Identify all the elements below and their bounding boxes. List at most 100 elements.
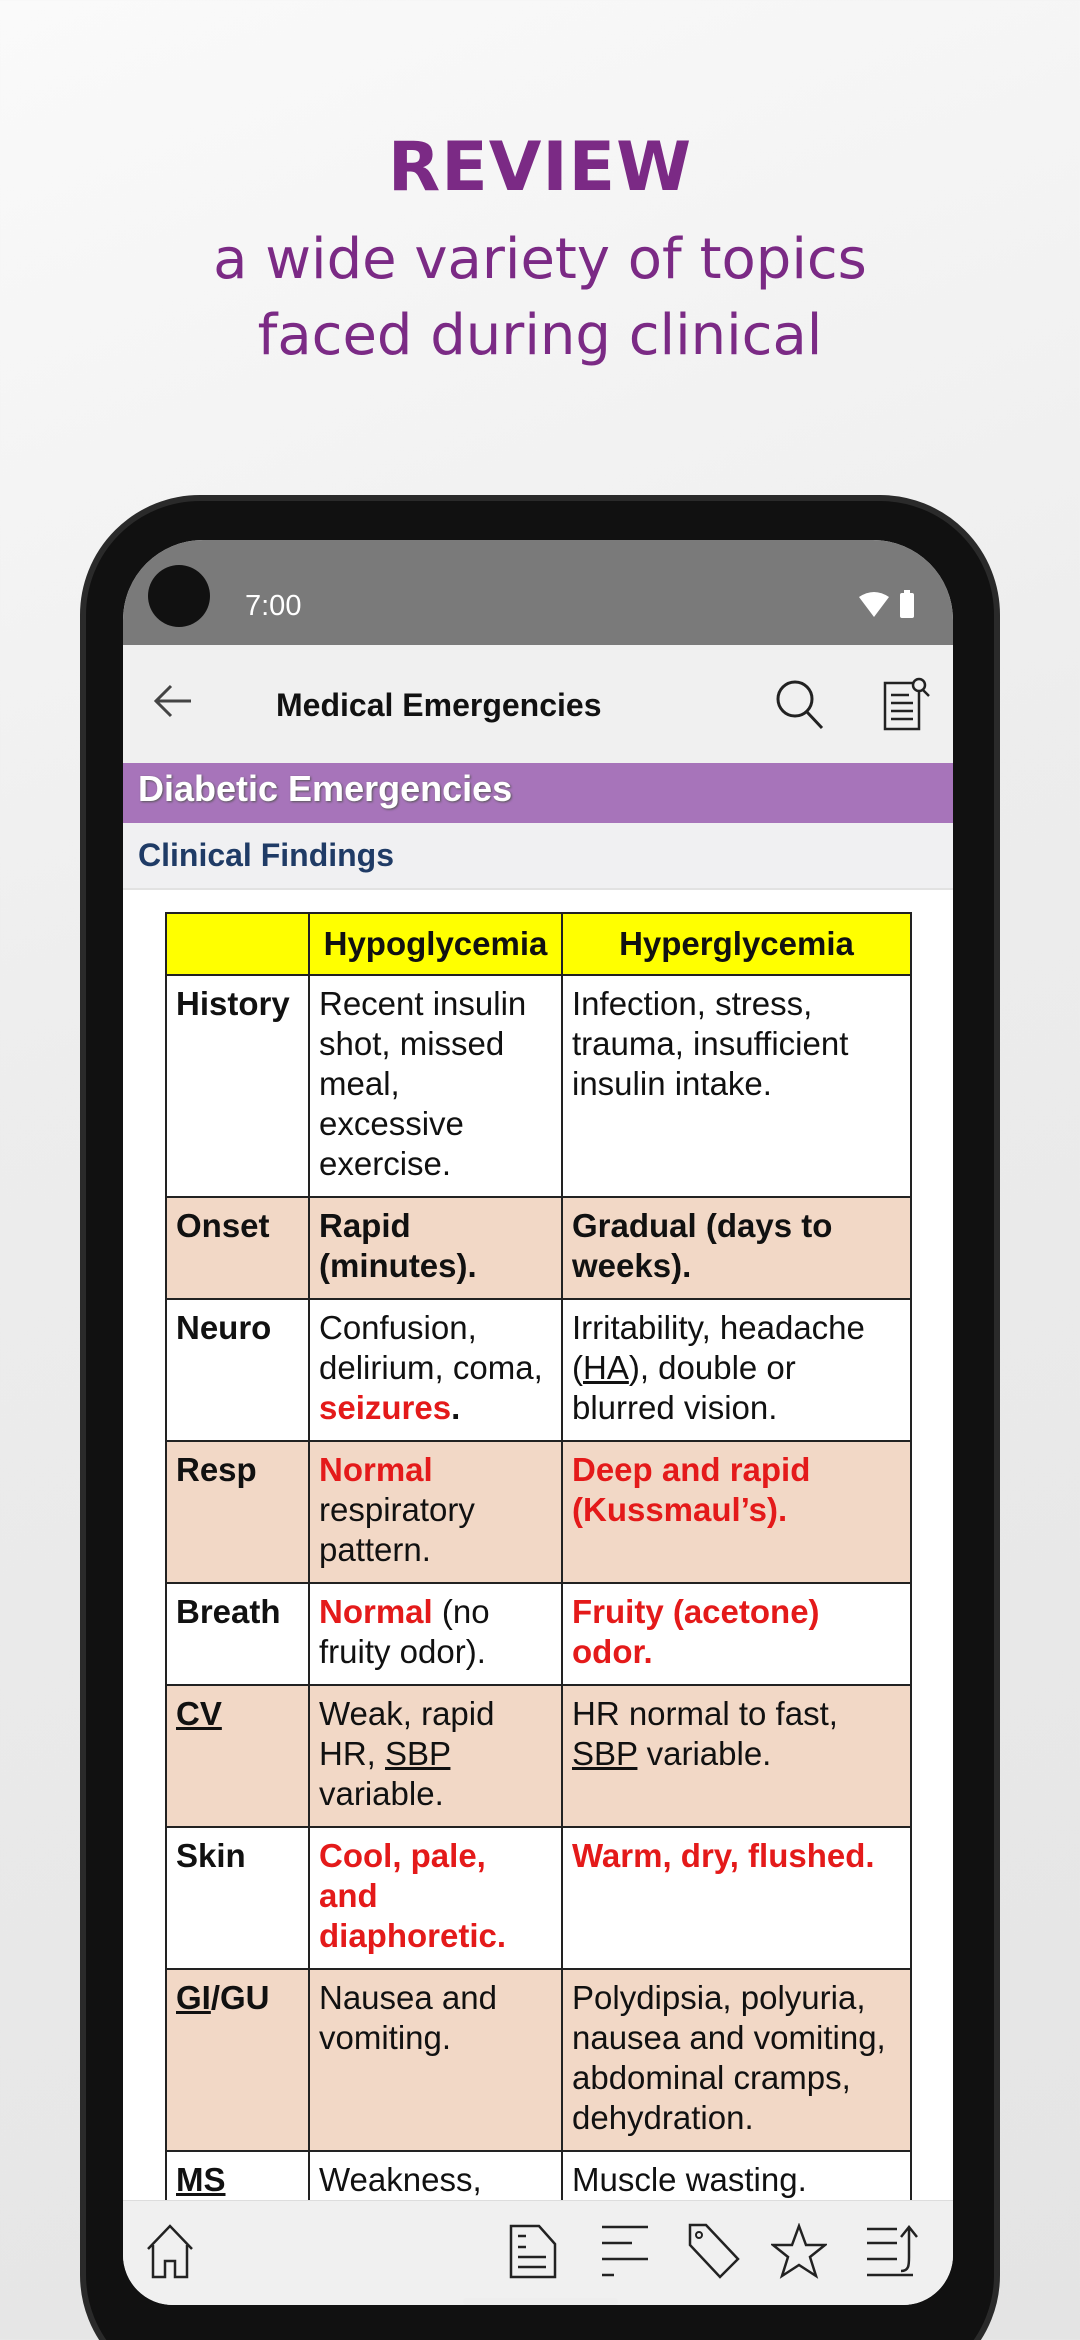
cell-text: History — [176, 985, 290, 1022]
hypo-cell: Normal (no fruity odor). — [308, 1582, 563, 1686]
cell-text: . — [451, 1389, 461, 1426]
document-icon[interactable] — [508, 2223, 558, 2279]
back-arrow-icon[interactable] — [153, 683, 193, 719]
table-row: Onset Rapid (minutes). Gradual (days to we… — [165, 1196, 912, 1300]
cell-text: respiratory pattern. — [319, 1491, 475, 1568]
status-time: 7:00 — [245, 590, 302, 622]
cell-text: HR normal to fast, — [572, 1695, 838, 1732]
scroll-top-icon[interactable] — [865, 2223, 921, 2279]
cell-text: HA — [583, 1349, 629, 1386]
wifi-icon — [859, 592, 889, 617]
cell-text: Normal — [319, 1593, 433, 1630]
content-scroll[interactable]: Hypoglycemia Hyperglycemia History Recent… — [123, 890, 953, 2200]
row-header-cell: Onset — [165, 1196, 310, 1300]
cell-text: Muscle wasting. — [572, 2161, 807, 2198]
camera-cutout — [148, 565, 210, 627]
cell-text: Polydipsia, polyuria, nausea and vomitin… — [572, 1979, 886, 2136]
table-row: GI/GU Nausea and vomiting. Polydipsia, pol… — [165, 1968, 912, 2152]
promo-headline: REVIEW — [387, 128, 693, 207]
table-row: Neuro Confusion, delirium, coma, seizures… — [165, 1298, 912, 1442]
cell-text: Skin — [176, 1837, 246, 1874]
row-header-cell: MS — [165, 2150, 310, 2200]
row-header-cell: Breath — [165, 1582, 310, 1686]
table-header-row: Hypoglycemia Hyperglycemia — [165, 912, 912, 976]
cell-text: Recent insulin shot, missed meal, excess… — [319, 985, 527, 1182]
header-blank — [165, 912, 310, 976]
cell-text: Fruity (acetone) odor. — [572, 1593, 820, 1670]
header-hyperglycemia: Hyperglycemia — [561, 912, 912, 976]
promo-subline-2: faced during clinical — [257, 303, 823, 368]
cell-text: Nausea and vomiting. — [319, 1979, 497, 2056]
cell-text: variable. — [319, 1775, 444, 1812]
cell-text: Cool, pale, and diaphoretic. — [319, 1837, 507, 1954]
battery-icon — [900, 590, 914, 618]
outline-icon[interactable] — [600, 2223, 650, 2279]
row-header-cell: Resp — [165, 1440, 310, 1584]
phone-screen: 7:00 Medical Emergencies Diabetic Emerge… — [123, 540, 953, 2305]
cell-text: Rapid (minutes). — [319, 1207, 477, 1284]
cell-text: Breath — [176, 1593, 281, 1630]
cell-text: Normal — [319, 1451, 433, 1488]
hyper-cell: Irritability, headache (HA), double or b… — [561, 1298, 912, 1442]
hyper-cell: Infection, stress, trauma, insufficient … — [561, 974, 912, 1198]
table-row: Breath Normal (no fruity odor). Fruity (ac… — [165, 1582, 912, 1686]
cell-text: Neuro — [176, 1309, 272, 1346]
cell-text: Deep and rapid (Kussmaul’s). — [572, 1451, 811, 1528]
section-title: Diabetic Emergencies — [123, 763, 953, 823]
header-hypoglycemia: Hypoglycemia — [308, 912, 563, 976]
cell-text: SBP — [572, 1735, 638, 1772]
table-row: Resp Normal respiratory pattern. Deep and … — [165, 1440, 912, 1584]
cell-text: Gradual (days to weeks). — [572, 1207, 833, 1284]
cell-text: seizures — [319, 1389, 452, 1426]
status-bar: 7:00 — [123, 540, 953, 645]
home-indicator[interactable] — [463, 2298, 618, 2305]
hypo-cell: Rapid (minutes). — [308, 1196, 563, 1300]
clinical-findings-table: Hypoglycemia Hyperglycemia History Recent… — [165, 912, 912, 2200]
table-row: MS Weakness, tremor, twitch. Muscle wastin… — [165, 2150, 912, 2200]
table-row: Skin Cool, pale, and diaphoretic. Warm, dr… — [165, 1826, 912, 1970]
app-bar: Medical Emergencies — [123, 645, 953, 763]
cell-text: SBP — [385, 1735, 451, 1772]
promo-subline-1: a wide variety of topics — [213, 227, 867, 292]
hyper-cell: Fruity (acetone) odor. — [561, 1582, 912, 1686]
hyper-cell: Polydipsia, polyuria, nausea and vomitin… — [561, 1968, 912, 2152]
hypo-cell: Cool, pale, and diaphoretic. — [308, 1826, 563, 1970]
cell-text: Onset — [176, 1207, 270, 1244]
cell-text: GI — [176, 1979, 211, 2016]
cell-text: Confusion, delirium, coma, — [319, 1309, 543, 1386]
home-icon[interactable] — [145, 2223, 195, 2279]
cell-text: Warm, dry, flushed. — [572, 1837, 875, 1874]
row-header-cell: Neuro — [165, 1298, 310, 1442]
hyper-cell: HR normal to fast, SBP variable. — [561, 1684, 912, 1828]
search-icon[interactable] — [775, 679, 825, 731]
page-title: Medical Emergencies — [276, 687, 602, 723]
star-icon[interactable] — [771, 2223, 827, 2279]
cell-text: CV — [176, 1695, 222, 1732]
table-row: History Recent insulin shot, missed meal,… — [165, 974, 912, 1198]
row-header-cell: GI/GU — [165, 1968, 310, 2152]
hypo-cell: Normal respiratory pattern. — [308, 1440, 563, 1584]
hypo-cell: Nausea and vomiting. — [308, 1968, 563, 2152]
bottom-nav — [123, 2200, 953, 2305]
hypo-cell: Weak, rapid HR, SBP variable. — [308, 1684, 563, 1828]
hypo-cell: Weakness, tremor, twitch. — [308, 2150, 563, 2200]
hyper-cell: Deep and rapid (Kussmaul’s). — [561, 1440, 912, 1584]
hyper-cell: Muscle wasting. — [561, 2150, 912, 2200]
cell-text: variable. — [637, 1735, 772, 1772]
tag-icon[interactable] — [686, 2223, 742, 2279]
row-header-cell: History — [165, 974, 310, 1198]
cell-text: Resp — [176, 1451, 257, 1488]
hypo-cell: Confusion, delirium, coma, seizures. — [308, 1298, 563, 1442]
cell-text: /GU — [210, 1979, 270, 2016]
hyper-cell: Gradual (days to weeks). — [561, 1196, 912, 1300]
document-search-icon[interactable] — [883, 675, 931, 731]
hyper-cell: Warm, dry, flushed. — [561, 1826, 912, 1970]
section-subtitle: Clinical Findings — [123, 823, 953, 890]
promo-subline: a wide variety of topics faced during cli… — [0, 222, 1080, 374]
row-header-cell: CV — [165, 1684, 310, 1828]
row-header-cell: Skin — [165, 1826, 310, 1970]
cell-text: Weakness, tremor, twitch. — [319, 2161, 482, 2198]
table-row: CV Weak, rapid HR, SBP variable. HR normal… — [165, 1684, 912, 1828]
cell-text: Infection, stress, trauma, insufficient … — [572, 985, 849, 1102]
cell-text: MS — [176, 2161, 226, 2198]
